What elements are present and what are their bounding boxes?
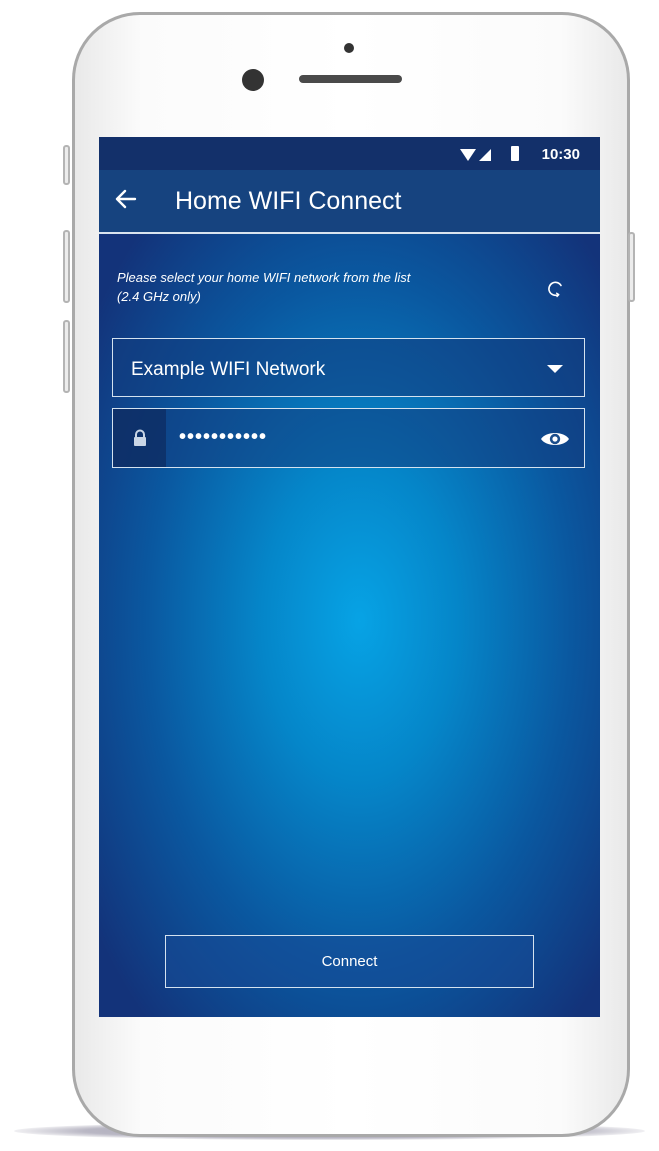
- proximity-sensor: [344, 43, 354, 53]
- app-bar: Home WIFI Connect: [99, 170, 600, 234]
- network-hint: Please select your home WIFI network fro…: [117, 268, 522, 306]
- hint-line-2: (2.4 GHz only): [117, 289, 201, 304]
- refresh-icon[interactable]: [546, 279, 566, 299]
- wifi-icon: [460, 149, 476, 161]
- selected-network: Example WIFI Network: [131, 359, 326, 380]
- volume-down-button: [63, 320, 70, 393]
- front-camera: [242, 69, 264, 91]
- app-screen: 10:30 Home WIFI Connect Please select yo…: [99, 137, 600, 1017]
- arrow-left-icon[interactable]: [115, 186, 137, 212]
- status-bar: 10:30: [99, 137, 600, 170]
- earpiece-speaker: [299, 75, 402, 83]
- password-value[interactable]: •••••••••••: [179, 426, 267, 449]
- battery-icon: [511, 146, 519, 161]
- lock-icon-box: [113, 409, 166, 467]
- connect-button[interactable]: Connect: [165, 935, 534, 988]
- caret-down-icon: [547, 365, 563, 373]
- password-field[interactable]: •••••••••••: [112, 408, 585, 468]
- status-time: 10:30: [541, 146, 580, 163]
- silent-switch: [63, 145, 70, 185]
- power-button: [628, 232, 635, 302]
- volume-up-button: [63, 230, 70, 303]
- page-title: Home WIFI Connect: [175, 187, 402, 215]
- wifi-network-select[interactable]: Example WIFI Network: [112, 338, 585, 397]
- eye-icon[interactable]: [540, 429, 570, 449]
- hint-line-1: Please select your home WIFI network fro…: [117, 270, 411, 285]
- lock-icon: [134, 429, 146, 446]
- cell-signal-icon: [479, 149, 491, 161]
